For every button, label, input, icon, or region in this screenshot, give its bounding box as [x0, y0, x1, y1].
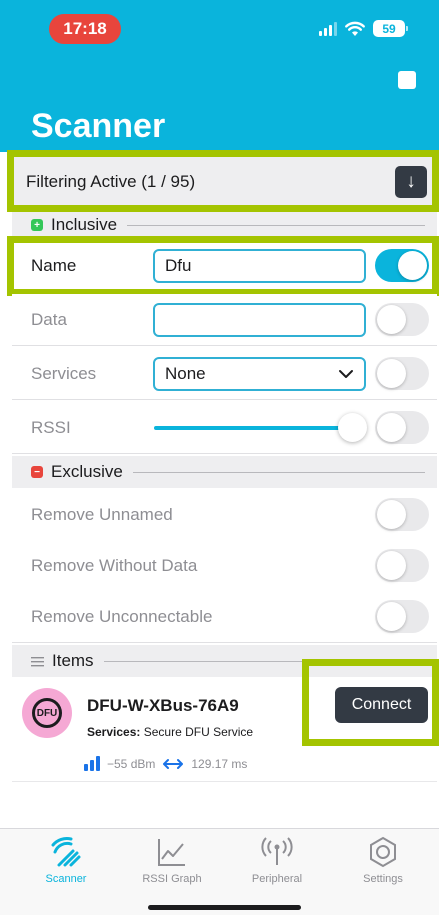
device-interval: 129.17 ms: [191, 756, 248, 771]
toggle-knob: [377, 602, 406, 631]
exclusive-section-header: − Exclusive: [12, 456, 437, 488]
dfu-logo-text: DFU: [32, 698, 62, 728]
rssi-bars-icon: [84, 756, 100, 771]
data-filter-input[interactable]: [153, 302, 366, 337]
rssi-slider-thumb[interactable]: [338, 413, 367, 442]
tab-label: Settings: [363, 873, 403, 885]
toggle-knob: [377, 413, 406, 442]
inclusive-title: Inclusive: [51, 215, 118, 234]
tab-settings[interactable]: Settings: [338, 835, 428, 885]
name-label: Name: [31, 255, 77, 275]
services-select[interactable]: None: [153, 356, 366, 391]
toggle-knob: [377, 500, 406, 529]
app-header: 17:18 59 Scanner: [0, 0, 439, 152]
data-filter-toggle[interactable]: [375, 303, 429, 336]
filter-row-remove-unconnectable: Remove Unconnectable: [12, 591, 437, 643]
peripheral-icon: [261, 837, 293, 865]
remove-without-data-toggle[interactable]: [375, 549, 429, 582]
toggle-knob: [377, 551, 406, 580]
items-title: Items: [52, 651, 94, 670]
tab-scanner[interactable]: Scanner: [21, 835, 111, 885]
tab-rssi-graph[interactable]: RSSI Graph: [127, 835, 217, 885]
services-label: Services: [31, 363, 97, 383]
dfu-logo-icon: DFU: [22, 688, 72, 738]
services-key: Services:: [87, 725, 141, 739]
services-value: Secure DFU Service: [143, 725, 254, 739]
items-section-header: Items: [12, 645, 437, 677]
section-divider: [127, 224, 425, 226]
scanner-icon: [51, 837, 81, 867]
remove-unnamed-toggle[interactable]: [375, 498, 429, 531]
interval-arrows-icon: [163, 758, 184, 769]
filter-row-name: Name Dfu: [12, 240, 437, 292]
name-filter-toggle[interactable]: [375, 249, 429, 282]
remove-unnamed-label: Remove Unnamed: [31, 504, 173, 524]
tab-label: Peripheral: [251, 873, 303, 885]
plus-icon: +: [31, 219, 43, 231]
tab-label: RSSI Graph: [142, 873, 202, 885]
rssi-filter-toggle[interactable]: [375, 411, 429, 444]
inclusive-section-header: + Inclusive: [12, 212, 437, 238]
exclusive-title: Exclusive: [51, 462, 123, 481]
name-filter-input[interactable]: Dfu: [153, 248, 366, 283]
rssi-slider-track[interactable]: [154, 426, 350, 430]
device-meta: −55 dBm 129.17 ms: [84, 756, 247, 771]
battery-icon: 59: [373, 20, 408, 37]
stop-scan-button[interactable]: [398, 71, 416, 89]
device-name: DFU-W-XBus-76A9: [87, 696, 239, 715]
wifi-icon: [345, 21, 365, 36]
list-icon: [31, 656, 44, 666]
cellular-signal-icon: [319, 21, 337, 36]
settings-icon: [370, 836, 396, 868]
remove-unconnectable-toggle[interactable]: [375, 600, 429, 633]
services-filter-toggle[interactable]: [375, 357, 429, 390]
collapse-filter-button[interactable]: ↓: [395, 166, 427, 198]
minus-icon: −: [31, 466, 43, 478]
home-indicator: [148, 905, 301, 910]
toggle-knob: [377, 305, 406, 334]
remove-without-data-label: Remove Without Data: [31, 555, 198, 575]
filter-row-services: Services None: [12, 348, 437, 400]
status-icons: 59: [319, 20, 408, 37]
filter-row-remove-without-data: Remove Without Data: [12, 540, 437, 592]
filter-status-label: Filtering Active (1 / 95): [26, 172, 196, 191]
filter-row-data: Data: [12, 294, 437, 346]
data-label: Data: [31, 309, 67, 329]
toggle-knob: [398, 251, 427, 280]
connect-button[interactable]: Connect: [335, 687, 428, 723]
device-list-item[interactable]: DFU DFU-W-XBus-76A9 Services: Secure DFU…: [12, 678, 437, 782]
tab-bar: Scanner RSSI Graph Peripheral Settings: [0, 828, 439, 915]
toggle-knob: [377, 359, 406, 388]
section-divider: [132, 471, 425, 473]
filter-bar[interactable]: Filtering Active (1 / 95) ↓: [12, 152, 437, 212]
graph-icon: [158, 839, 185, 866]
status-time: 17:18: [49, 14, 121, 44]
tab-peripheral[interactable]: Peripheral: [232, 835, 322, 885]
page-title: Scanner: [31, 107, 166, 145]
rssi-label: RSSI: [31, 417, 71, 437]
tab-label: Scanner: [45, 873, 87, 885]
services-select-value: None: [165, 363, 206, 383]
chevron-down-icon: [339, 369, 353, 378]
remove-unconnectable-label: Remove Unconnectable: [31, 606, 213, 626]
device-rssi: −55 dBm: [107, 756, 156, 771]
section-divider: [103, 660, 425, 662]
filter-row-rssi: RSSI: [12, 402, 437, 454]
filter-row-remove-unnamed: Remove Unnamed: [12, 489, 437, 541]
device-services: Services: Secure DFU Service: [87, 725, 253, 739]
